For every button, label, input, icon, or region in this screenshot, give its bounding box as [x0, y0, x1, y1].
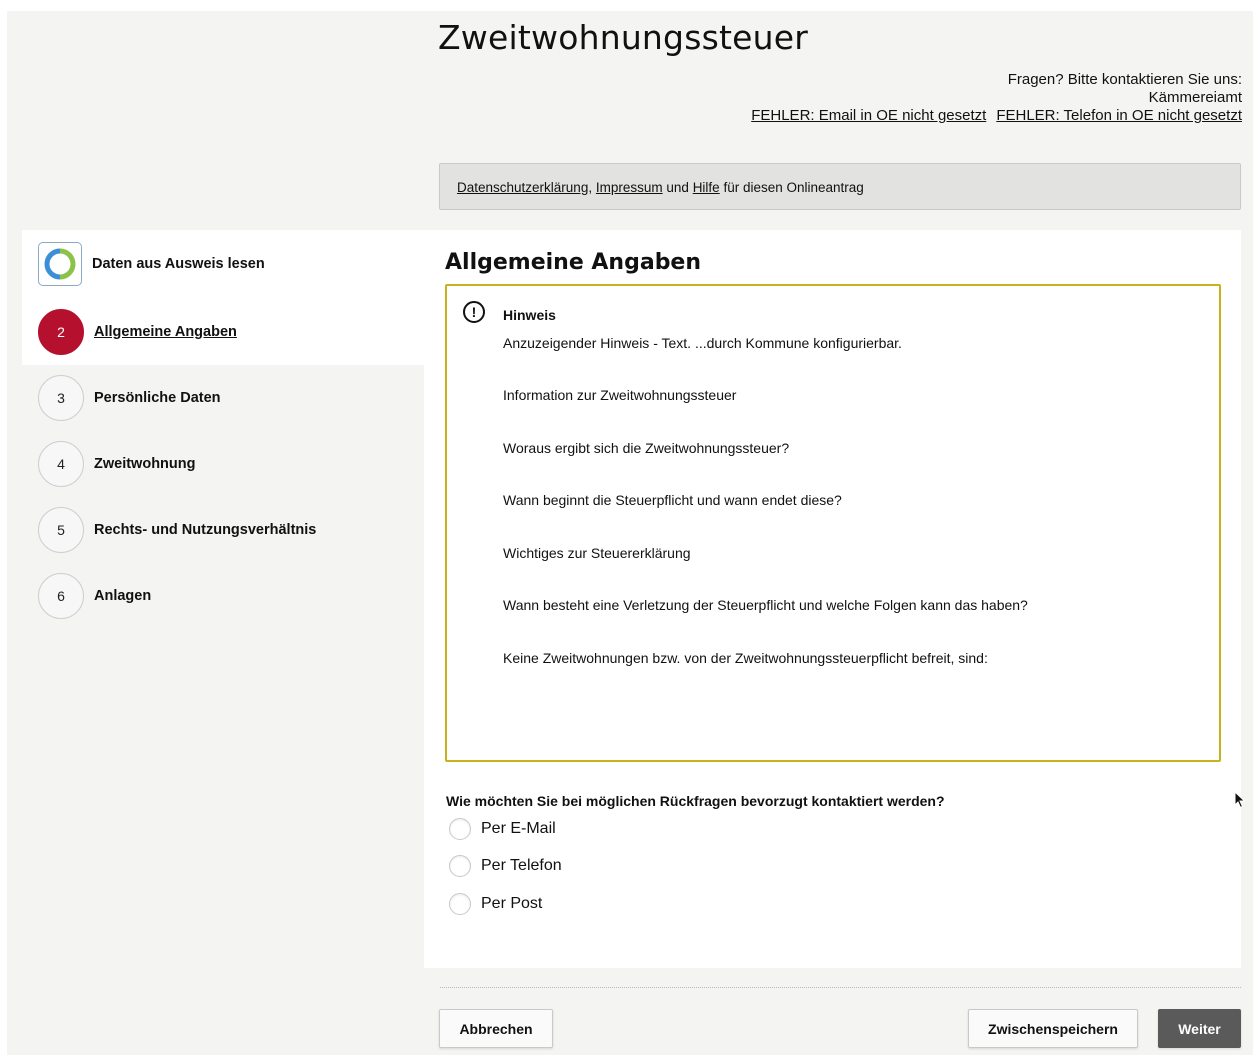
warning-icon: ! — [463, 301, 485, 323]
radio-option-email[interactable]: Per E-Mail — [449, 818, 556, 840]
main-panel: Allgemeine Angaben ! Hinweis Anzuzeigend… — [424, 230, 1241, 968]
notice-box: ! Hinweis Anzuzeigender Hinweis - Text. … — [445, 284, 1221, 762]
radio-option-phone[interactable]: Per Telefon — [449, 855, 562, 877]
step-label: Rechts- und Nutzungsverhältnis — [94, 522, 317, 538]
footer-divider — [440, 987, 1241, 988]
notice-line: Wann beginnt die Steuerpflicht und wann … — [503, 492, 842, 508]
contact-info: Fragen? Bitte kontaktieren Sie uns: Kämm… — [741, 71, 1242, 125]
step-allgemeine-angaben[interactable]: 2 Allgemeine Angaben — [22, 298, 424, 365]
radio-button[interactable] — [449, 818, 471, 840]
step-number: 6 — [38, 573, 84, 619]
step-label: Zweitwohnung — [94, 456, 196, 472]
step-number: 5 — [38, 507, 84, 553]
next-button[interactable]: Weiter — [1158, 1009, 1241, 1048]
radio-button[interactable] — [449, 893, 471, 915]
step-number: 3 — [38, 375, 84, 421]
radio-button[interactable] — [449, 855, 471, 877]
step-label: Persönliche Daten — [94, 390, 221, 406]
section-title: Allgemeine Angaben — [445, 250, 702, 275]
step-zweitwohnung[interactable]: 4 Zweitwohnung — [22, 431, 424, 497]
contact-office: Kämmereiamt — [1148, 89, 1242, 106]
eid-icon — [38, 242, 82, 286]
radio-label[interactable]: Per Post — [481, 895, 542, 913]
step-rechts-nutzung[interactable]: 5 Rechts- und Nutzungsverhältnis — [22, 497, 424, 563]
cancel-button[interactable]: Abbrechen — [439, 1009, 553, 1048]
save-draft-button[interactable]: Zwischenspeichern — [968, 1009, 1138, 1048]
help-link[interactable]: Hilfe — [693, 180, 720, 195]
step-persoenliche-daten[interactable]: 3 Persönliche Daten — [22, 365, 424, 431]
radio-label[interactable]: Per E-Mail — [481, 820, 556, 838]
app-title: Zweitwohnungssteuer — [438, 18, 809, 57]
notice-heading: Hinweis — [503, 307, 556, 323]
contact-line: Fragen? Bitte kontaktieren Sie uns: — [1007, 71, 1242, 88]
email-link[interactable]: FEHLER: Email in OE nicht gesetzt — [751, 107, 986, 124]
step-number: 4 — [38, 441, 84, 487]
step-number: 2 — [38, 308, 84, 355]
imprint-link[interactable]: Impressum — [596, 180, 663, 195]
step-label: Anlagen — [94, 588, 152, 604]
notice-line: Keine Zweitwohnungen bzw. von der Zweitw… — [503, 650, 988, 666]
info-suffix: für diesen Onlineantrag — [723, 180, 864, 195]
info-bar: Datenschutzerklärung, Impressum und Hilf… — [439, 163, 1241, 210]
and-text: und — [666, 180, 689, 195]
notice-line: Information zur Zweitwohnungssteuer — [503, 387, 737, 403]
mouse-cursor-icon — [1234, 790, 1246, 814]
step-read-id[interactable]: Daten aus Ausweis lesen — [22, 230, 424, 298]
comma-text: , — [588, 180, 593, 195]
contact-links: FEHLER: Email in OE nicht gesetzt FEHLER:… — [741, 107, 1242, 125]
step-anlagen[interactable]: 6 Anlagen — [22, 563, 424, 629]
notice-line: Woraus ergibt sich die Zweitwohnungssteu… — [503, 440, 790, 456]
privacy-link[interactable]: Datenschutzerklärung — [457, 180, 588, 195]
notice-line: Wann besteht eine Verletzung der Steuerp… — [503, 597, 1028, 613]
notice-line: Anzuzeigender Hinweis - Text. ...durch K… — [503, 335, 902, 351]
step-label: Daten aus Ausweis lesen — [92, 256, 265, 272]
radio-label[interactable]: Per Telefon — [481, 857, 562, 875]
step-navigation: Daten aus Ausweis lesen 2 Allgemeine Ang… — [22, 230, 424, 629]
radio-option-post[interactable]: Per Post — [449, 893, 542, 915]
phone-link[interactable]: FEHLER: Telefon in OE nicht gesetzt — [996, 107, 1242, 124]
step-label: Allgemeine Angaben — [94, 323, 237, 340]
notice-line: Wichtiges zur Steuererklärung — [503, 545, 691, 561]
contact-preference-question: Wie möchten Sie bei möglichen Rückfragen… — [446, 793, 945, 809]
